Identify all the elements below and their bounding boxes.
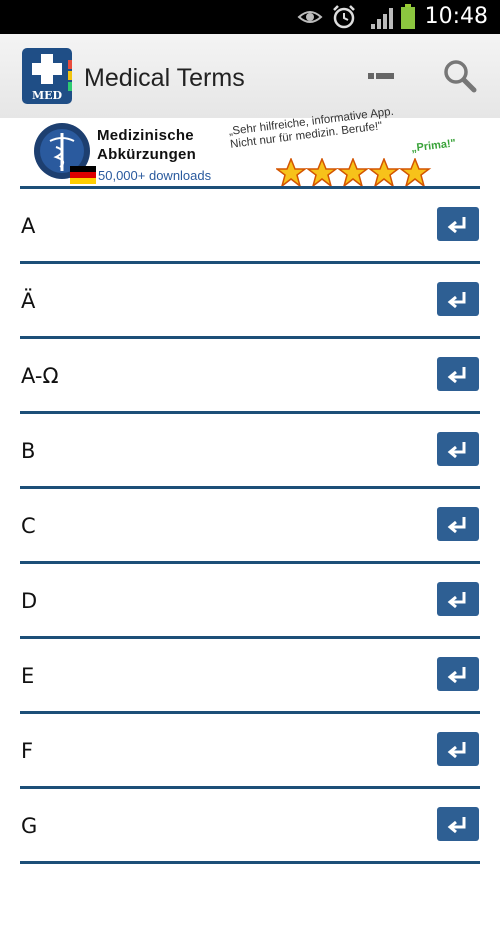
enter-arrow-icon bbox=[447, 217, 466, 234]
list-item-label: F bbox=[21, 739, 34, 763]
divider bbox=[20, 786, 480, 789]
alarm-icon bbox=[333, 5, 355, 29]
enter-button[interactable] bbox=[437, 282, 479, 316]
app-logo-icon[interactable]: MED bbox=[22, 46, 72, 106]
banner-downloads: 50,000+ downloads bbox=[98, 168, 212, 183]
battery-icon bbox=[401, 4, 415, 29]
list-item[interactable]: E bbox=[0, 636, 500, 711]
app-title: Medical Terms bbox=[84, 64, 245, 92]
list-item[interactable]: B bbox=[0, 411, 500, 486]
enter-button[interactable] bbox=[437, 732, 479, 766]
rating-stars-icon bbox=[276, 158, 432, 188]
list-item[interactable]: Ä bbox=[0, 261, 500, 336]
enter-button[interactable] bbox=[437, 357, 479, 391]
divider bbox=[20, 186, 480, 189]
signal-icon bbox=[371, 8, 393, 29]
action-bar: MED Medical Terms bbox=[0, 34, 500, 119]
banner-prima: „Prima!" bbox=[410, 137, 457, 155]
list-item-label: D bbox=[21, 589, 38, 613]
enter-arrow-icon bbox=[447, 592, 466, 609]
list-item[interactable]: A bbox=[0, 186, 500, 261]
list-item-label: G bbox=[21, 814, 38, 838]
enter-button[interactable] bbox=[437, 807, 479, 841]
list-item-label: A-Ω bbox=[21, 364, 59, 388]
divider bbox=[20, 486, 480, 489]
list-view-icon[interactable] bbox=[358, 52, 406, 100]
search-icon[interactable] bbox=[436, 52, 484, 100]
enter-button[interactable] bbox=[437, 432, 479, 466]
divider bbox=[20, 561, 480, 564]
enter-button[interactable] bbox=[437, 507, 479, 541]
eye-icon bbox=[297, 11, 323, 23]
banner-title-line2: Abkürzungen bbox=[97, 146, 197, 163]
list-item[interactable]: F bbox=[0, 711, 500, 786]
divider bbox=[20, 336, 480, 339]
enter-arrow-icon bbox=[447, 292, 466, 309]
list-item-label: E bbox=[21, 664, 35, 688]
enter-arrow-icon bbox=[447, 367, 466, 384]
list-item[interactable]: G bbox=[0, 786, 500, 861]
letter-list: A Ä A-Ω B C D E F G bbox=[0, 186, 500, 936]
list-item[interactable]: A-Ω bbox=[0, 336, 500, 411]
list-item-partial bbox=[0, 861, 500, 936]
enter-button[interactable] bbox=[437, 207, 479, 241]
ad-banner[interactable]: Medizinische Abkürzungen 50,000+ downloa… bbox=[0, 106, 500, 188]
clock: 10:48 bbox=[424, 4, 488, 29]
enter-button[interactable] bbox=[437, 582, 479, 616]
enter-arrow-icon bbox=[447, 667, 466, 684]
app-logo-text: MED bbox=[32, 89, 63, 102]
enter-arrow-icon bbox=[447, 442, 466, 459]
list-item-label: B bbox=[21, 439, 36, 463]
status-bar: 10:48 bbox=[0, 0, 500, 34]
divider bbox=[20, 261, 480, 264]
enter-arrow-icon bbox=[447, 742, 466, 759]
list-item[interactable]: D bbox=[0, 561, 500, 636]
divider bbox=[20, 411, 480, 414]
divider bbox=[20, 636, 480, 639]
enter-arrow-icon bbox=[447, 817, 466, 834]
list-item[interactable]: C bbox=[0, 486, 500, 561]
enter-arrow-icon bbox=[447, 517, 466, 534]
divider bbox=[20, 711, 480, 714]
divider bbox=[20, 861, 480, 864]
enter-button[interactable] bbox=[437, 657, 479, 691]
list-item-label: Ä bbox=[21, 289, 36, 313]
list-item-label: A bbox=[21, 214, 36, 238]
list-item-label: C bbox=[21, 514, 36, 538]
banner-title-line1: Medizinische bbox=[97, 127, 194, 144]
german-flag-icon bbox=[70, 166, 96, 184]
